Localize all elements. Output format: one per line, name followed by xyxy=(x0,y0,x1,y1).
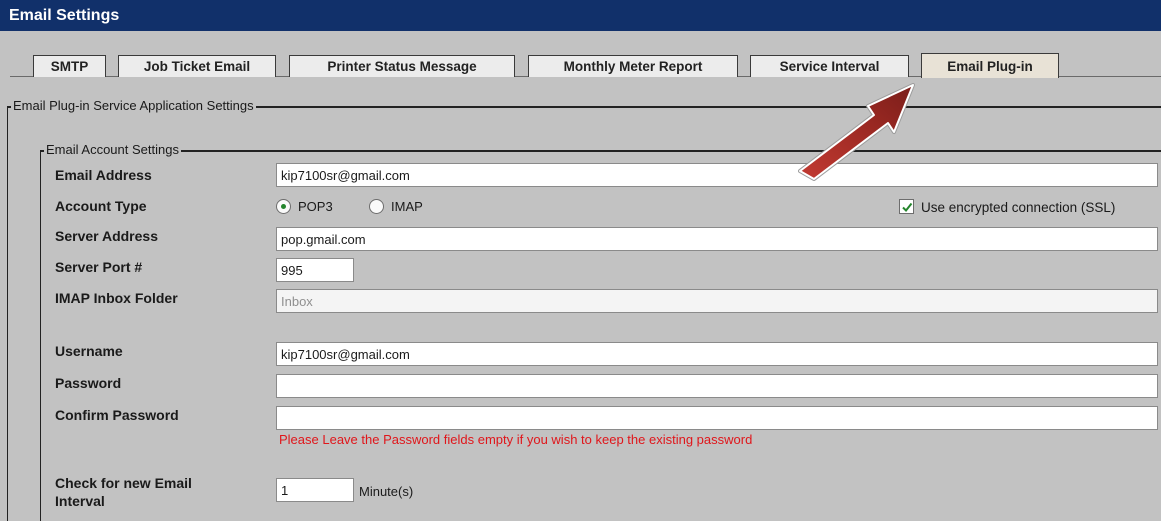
radio-unselected-icon xyxy=(369,199,384,214)
plugin-settings-legend: Email Plug-in Service Application Settin… xyxy=(11,98,256,113)
account-type-label: Account Type xyxy=(55,198,147,214)
tab-service-interval[interactable]: Service Interval xyxy=(750,55,909,77)
radio-selected-icon xyxy=(276,199,291,214)
confirm-password-input[interactable] xyxy=(276,406,1158,430)
tab-monthly-meter-report[interactable]: Monthly Meter Report xyxy=(528,55,738,77)
ssl-label: Use encrypted connection (SSL) xyxy=(921,200,1116,215)
pop3-radio[interactable]: POP3 xyxy=(276,199,333,214)
minute-unit-label: Minute(s) xyxy=(359,484,414,499)
check-interval-input[interactable] xyxy=(276,478,354,502)
pop3-radio-label: POP3 xyxy=(298,199,333,214)
window-title: Email Settings xyxy=(0,0,1161,31)
tab-smtp[interactable]: SMTP xyxy=(33,55,106,77)
server-address-label: Server Address xyxy=(55,228,158,244)
account-settings-legend: Email Account Settings xyxy=(44,142,181,157)
check-interval-label-line1: Check for new Email xyxy=(55,475,192,491)
tab-email-plugin[interactable]: Email Plug-in xyxy=(921,53,1059,78)
ssl-checkbox[interactable] xyxy=(899,199,914,214)
server-address-input[interactable] xyxy=(276,227,1158,251)
password-label: Password xyxy=(55,375,122,391)
password-input[interactable] xyxy=(276,374,1158,398)
email-address-input[interactable] xyxy=(276,163,1158,187)
checkmark-icon xyxy=(902,202,913,213)
username-input[interactable] xyxy=(276,342,1158,366)
check-interval-label: Check for new Email Interval xyxy=(55,474,192,510)
imap-inbox-folder-input[interactable] xyxy=(276,289,1158,313)
imap-radio-label: IMAP xyxy=(391,199,423,214)
red-arrow-icon xyxy=(798,83,915,181)
email-address-label: Email Address xyxy=(55,167,152,183)
tab-printer-status-message[interactable]: Printer Status Message xyxy=(289,55,515,77)
server-port-input[interactable] xyxy=(276,258,354,282)
username-label: Username xyxy=(55,343,123,359)
password-warning-text: Please Leave the Password fields empty i… xyxy=(279,432,753,447)
imap-inbox-folder-label: IMAP Inbox Folder xyxy=(55,290,178,306)
check-interval-label-line2: Interval xyxy=(55,493,105,509)
imap-radio[interactable]: IMAP xyxy=(369,199,423,214)
confirm-password-label: Confirm Password xyxy=(55,407,179,423)
tab-job-ticket-email[interactable]: Job Ticket Email xyxy=(118,55,276,77)
server-port-label: Server Port # xyxy=(55,259,143,275)
